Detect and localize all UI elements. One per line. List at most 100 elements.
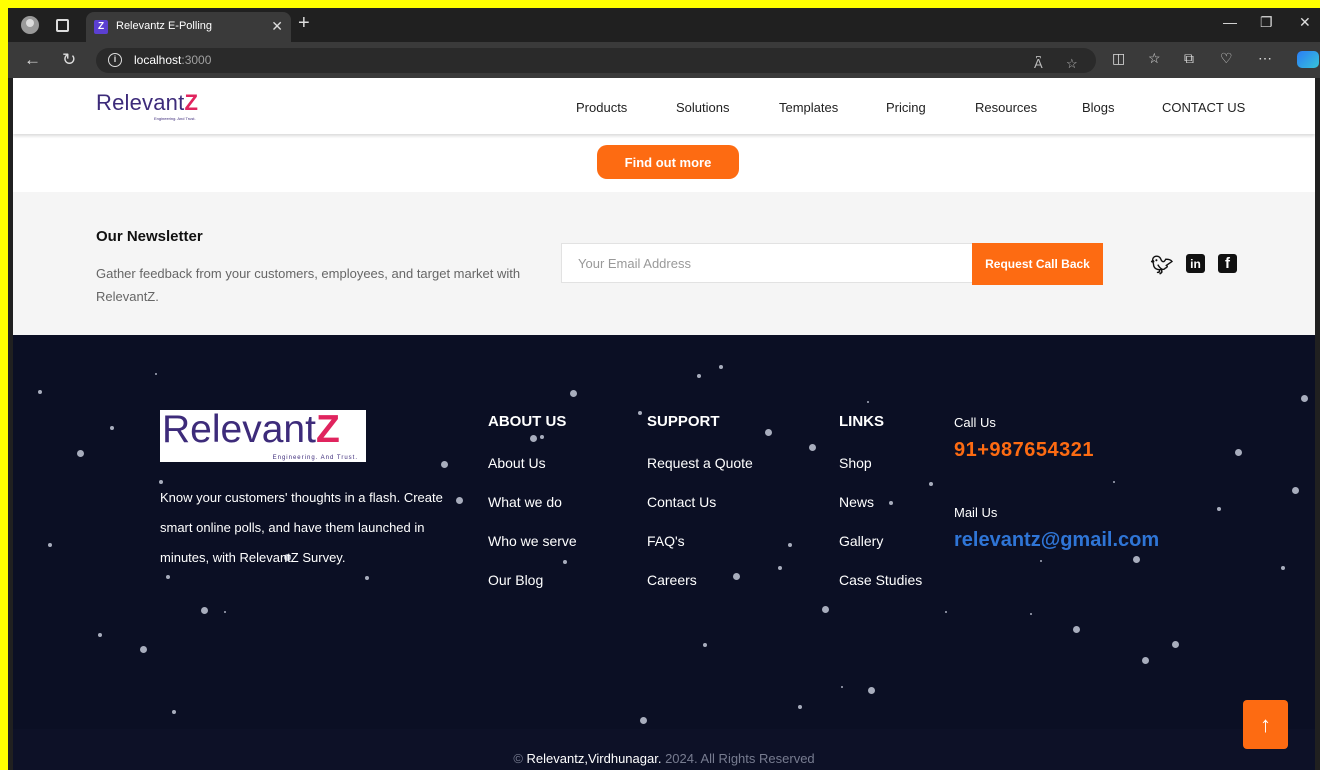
split-screen-icon[interactable]: ◫ [1112, 50, 1125, 67]
collections-icon[interactable]: ⧉ [1184, 50, 1194, 67]
site-logo[interactable]: RelevantZ Engineering. And Trust. [96, 90, 198, 121]
footer-link-who-we-serve[interactable]: Who we serve [488, 533, 577, 549]
particle [867, 401, 869, 403]
more-menu-icon[interactable]: ⋯ [1258, 50, 1272, 67]
nav-products[interactable]: Products [576, 100, 627, 115]
footer-about-text: Know your customers' thoughts in a flash… [160, 490, 443, 565]
browser-essentials-icon[interactable]: ♡ [1220, 50, 1233, 67]
nav-templates[interactable]: Templates [779, 100, 838, 115]
tab-bar: Z Relevantz E-Polling ✕ + — ❐ ✕ [8, 8, 1320, 42]
request-call-back-button[interactable]: Request Call Back [972, 243, 1103, 285]
minimize-icon[interactable]: — [1223, 14, 1237, 30]
particle [841, 686, 843, 688]
particle [530, 435, 537, 442]
web-page: RelevantZ Engineering. And Trust. Produc… [13, 78, 1315, 770]
newsletter-section: Our Newsletter Gather feedback from your… [13, 192, 1315, 335]
back-icon[interactable]: ← [24, 50, 41, 70]
profile-icon[interactable] [20, 15, 40, 35]
particle [365, 576, 369, 580]
find-out-more-button[interactable]: Find out more [597, 145, 739, 179]
newsletter-description: Gather feedback from your customers, emp… [96, 266, 521, 304]
footer-link-our-blog[interactable]: Our Blog [488, 572, 543, 588]
particle [809, 444, 816, 451]
particle [1172, 641, 1179, 648]
nav-resources[interactable]: Resources [975, 100, 1037, 115]
particle [570, 390, 577, 397]
particle [77, 450, 84, 457]
restore-icon[interactable]: ❐ [1260, 14, 1273, 31]
nav-contact-us[interactable]: CONTACT US [1162, 100, 1245, 115]
favorite-star-icon[interactable]: ☆ [1066, 56, 1078, 72]
arrow-up-icon: ↑ [1260, 711, 1271, 737]
hero-section: Find out more [13, 134, 1315, 192]
particle [1113, 481, 1115, 483]
mail-us-label: Mail Us [954, 505, 998, 520]
particle [48, 543, 52, 547]
particle [697, 374, 701, 378]
read-aloud-icon[interactable]: A͆ [1034, 56, 1043, 71]
url-field[interactable]: i localhost:3000 A͆ ☆ [96, 48, 1096, 73]
tab-active[interactable]: Z Relevantz E-Polling ✕ [86, 12, 291, 42]
linkedin-icon[interactable]: in [1186, 254, 1205, 273]
particle [733, 573, 740, 580]
url-text: localhost:3000 [134, 53, 212, 67]
nav-blogs[interactable]: Blogs [1082, 100, 1115, 115]
particle [703, 643, 707, 647]
particle [945, 611, 947, 613]
about-us-heading: ABOUT US [488, 413, 567, 430]
particle [98, 633, 102, 637]
particle [563, 560, 567, 564]
footer-link-request-quote[interactable]: Request a Quote [647, 455, 753, 471]
site-header: RelevantZ Engineering. And Trust. Produc… [13, 78, 1315, 134]
new-tab-icon[interactable]: + [298, 12, 310, 35]
close-window-icon[interactable]: ✕ [1299, 14, 1311, 31]
footer-logo[interactable]: RelevantZ Engineering. And Trust. [160, 408, 366, 462]
logo-tagline: Engineering. And Trust. [154, 116, 196, 121]
particle [638, 411, 642, 415]
footer-link-faqs[interactable]: FAQ's [647, 533, 685, 549]
facebook-icon[interactable]: f [1218, 254, 1237, 273]
twitter-icon[interactable]: 🐦︎ [1151, 254, 1174, 276]
scroll-to-top-button[interactable]: ↑ [1243, 700, 1288, 749]
newsletter-title: Our Newsletter [96, 228, 203, 245]
support-heading: SUPPORT [647, 413, 720, 430]
site-footer: RelevantZ Engineering. And Trust. Know y… [13, 335, 1315, 770]
tab-title: Relevantz E-Polling [116, 20, 212, 32]
footer-link-what-we-do[interactable]: What we do [488, 494, 562, 510]
footer-link-case-studies[interactable]: Case Studies [839, 572, 922, 588]
nav-pricing[interactable]: Pricing [886, 100, 926, 115]
phone-number-link[interactable]: 91+987654321 [954, 439, 1094, 462]
particle [929, 482, 933, 486]
tab-actions-icon[interactable] [52, 15, 72, 35]
particle [38, 390, 42, 394]
footer-link-careers[interactable]: Careers [647, 572, 697, 588]
nav-solutions[interactable]: Solutions [676, 100, 729, 115]
footer-link-shop[interactable]: Shop [839, 455, 872, 471]
particle [166, 575, 170, 579]
favorites-icon[interactable]: ☆ [1148, 50, 1161, 67]
particle [765, 429, 772, 436]
footer-link-news[interactable]: News [839, 494, 874, 510]
email-input[interactable] [561, 243, 973, 283]
particle [1030, 613, 1032, 615]
site-info-icon[interactable]: i [108, 53, 122, 67]
particle [172, 710, 176, 714]
call-us-label: Call Us [954, 415, 996, 430]
particle [1133, 556, 1140, 563]
copilot-icon[interactable] [1297, 51, 1319, 68]
particle [441, 461, 448, 468]
footer-link-gallery[interactable]: Gallery [839, 533, 883, 549]
browser-window: Z Relevantz E-Polling ✕ + — ❐ ✕ ← ↻ i lo… [8, 8, 1320, 770]
refresh-icon[interactable]: ↻ [62, 50, 76, 70]
footer-logo-tagline: Engineering. And Trust. [272, 455, 358, 461]
particle [788, 543, 792, 547]
particle [798, 705, 802, 709]
particle [889, 501, 893, 505]
footer-link-about-us[interactable]: About Us [488, 455, 546, 471]
particle [778, 566, 782, 570]
email-link[interactable]: relevantz@gmail.com [954, 529, 1159, 552]
particle [822, 606, 829, 613]
particle [1301, 395, 1308, 402]
footer-link-contact-us[interactable]: Contact Us [647, 494, 716, 510]
close-tab-icon[interactable]: ✕ [271, 18, 283, 35]
